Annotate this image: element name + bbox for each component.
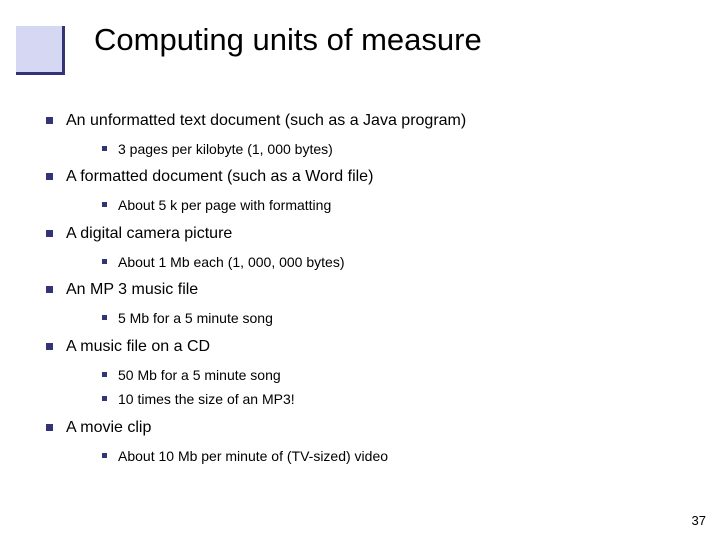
accent-box bbox=[16, 26, 65, 75]
sub-list: About 5 k per page with formatting bbox=[66, 196, 680, 215]
list-item: An MP 3 music file 5 Mb for a 5 minute s… bbox=[40, 279, 680, 327]
list-item-text: An MP 3 music file bbox=[66, 281, 198, 298]
sub-list: 3 pages per kilobyte (1, 000 bytes) bbox=[66, 140, 680, 159]
page-number: 37 bbox=[692, 513, 706, 528]
sub-list-item: About 5 k per page with formatting bbox=[66, 196, 680, 215]
sub-list: 5 Mb for a 5 minute song bbox=[66, 309, 680, 328]
list-item-text: A movie clip bbox=[66, 419, 151, 436]
sub-list-item: 10 times the size of an MP3! bbox=[66, 390, 680, 409]
list-item: A music file on a CD 50 Mb for a 5 minut… bbox=[40, 336, 680, 409]
content-area: An unformatted text document (such as a … bbox=[40, 110, 680, 474]
sub-list: 50 Mb for a 5 minute song 10 times the s… bbox=[66, 366, 680, 410]
list-item-text: A formatted document (such as a Word fil… bbox=[66, 168, 373, 185]
sub-list-item: About 10 Mb per minute of (TV-sized) vid… bbox=[66, 447, 680, 466]
list-item: An unformatted text document (such as a … bbox=[40, 110, 680, 158]
sub-list-item: 50 Mb for a 5 minute song bbox=[66, 366, 680, 385]
sub-list: About 1 Mb each (1, 000, 000 bytes) bbox=[66, 253, 680, 272]
sub-list-item: 5 Mb for a 5 minute song bbox=[66, 309, 680, 328]
list-item: A digital camera picture About 1 Mb each… bbox=[40, 223, 680, 271]
sub-list: About 10 Mb per minute of (TV-sized) vid… bbox=[66, 447, 680, 466]
list-item-text: A music file on a CD bbox=[66, 338, 210, 355]
sub-list-item: About 1 Mb each (1, 000, 000 bytes) bbox=[66, 253, 680, 272]
sub-list-item: 3 pages per kilobyte (1, 000 bytes) bbox=[66, 140, 680, 159]
page-title: Computing units of measure bbox=[94, 22, 482, 58]
bullet-list: An unformatted text document (such as a … bbox=[40, 110, 680, 466]
list-item: A movie clip About 10 Mb per minute of (… bbox=[40, 417, 680, 465]
list-item-text: An unformatted text document (such as a … bbox=[66, 112, 466, 129]
list-item: A formatted document (such as a Word fil… bbox=[40, 166, 680, 214]
list-item-text: A digital camera picture bbox=[66, 225, 232, 242]
